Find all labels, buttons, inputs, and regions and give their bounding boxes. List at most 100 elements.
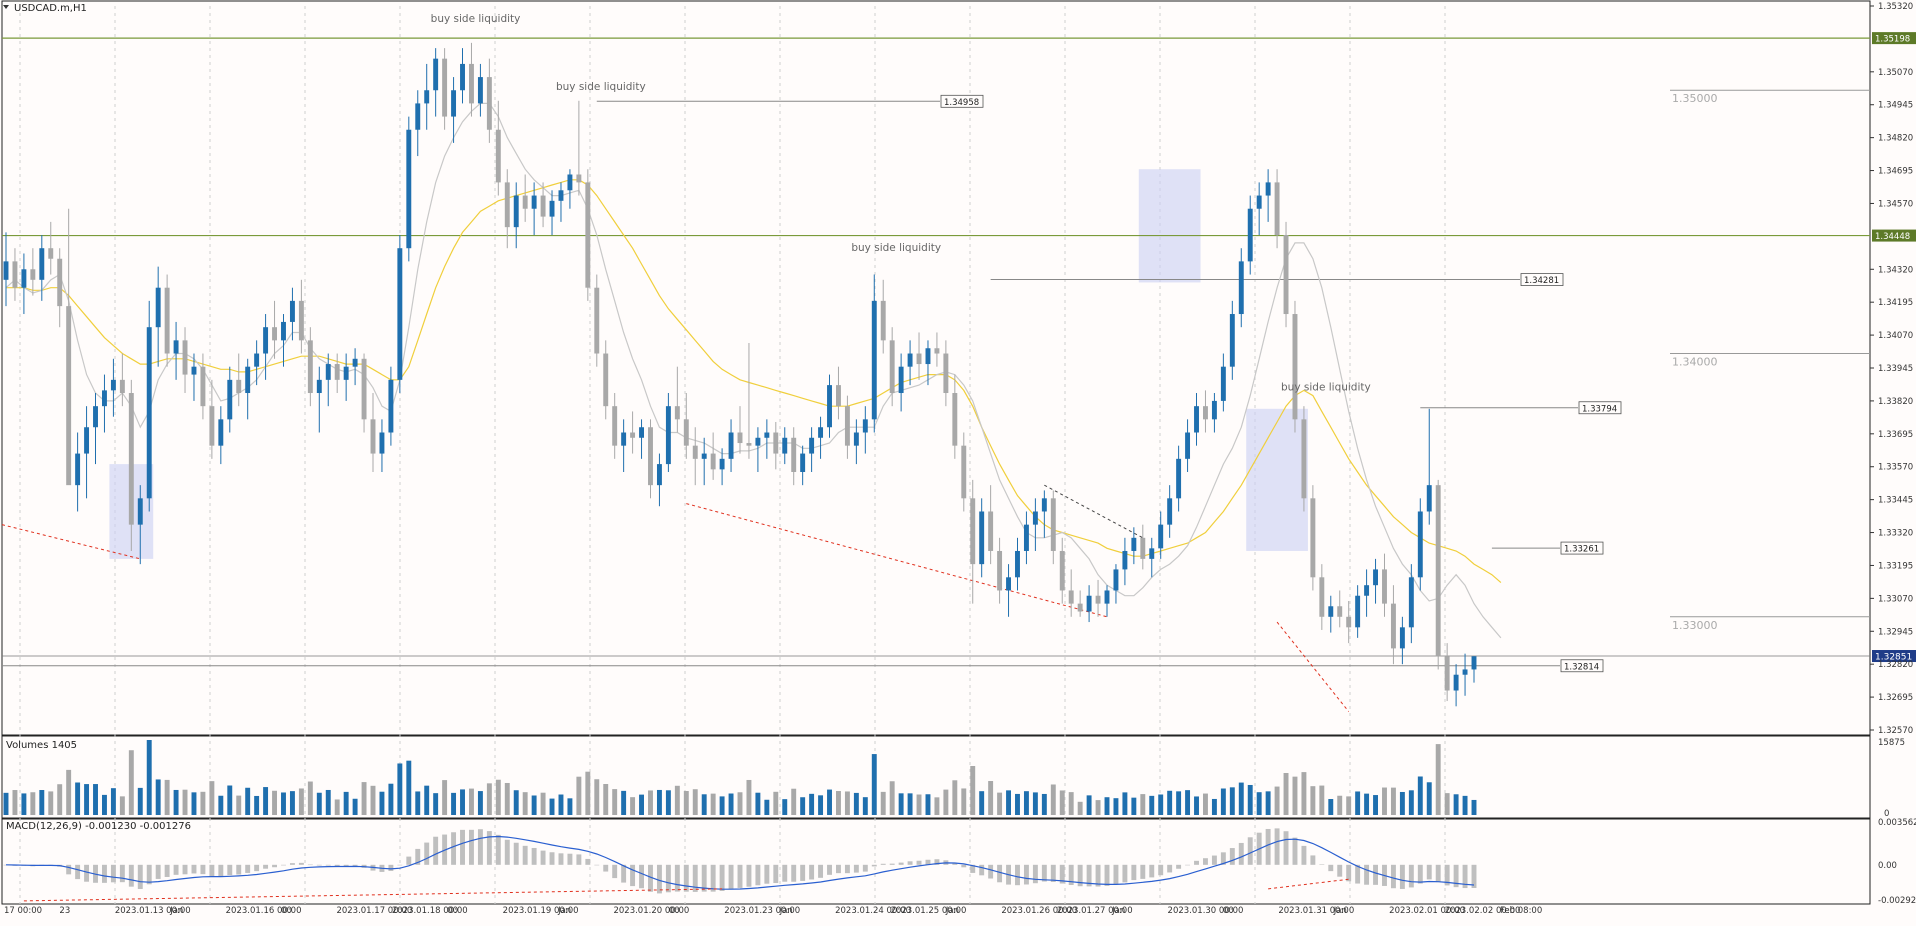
candle-body [146, 327, 152, 499]
candle-body [791, 437, 797, 472]
candle-body [1176, 458, 1182, 499]
candle-body [30, 269, 36, 280]
volume-bar [1149, 795, 1155, 815]
time-label: Jan [169, 906, 183, 916]
volume-bar [307, 781, 313, 815]
candle-body [406, 129, 412, 249]
candle-body [1238, 261, 1244, 315]
candle-body [128, 393, 134, 525]
macd-histogram-bar [1408, 864, 1414, 888]
candle-body [1364, 585, 1370, 596]
candle-body [1453, 674, 1459, 691]
candle-body [110, 379, 116, 391]
volume-bar [281, 792, 286, 815]
candle-body [683, 419, 689, 446]
macd-histogram-bar [880, 863, 886, 865]
candle-body [477, 77, 483, 104]
liquidity-zone [1138, 169, 1201, 283]
volume-bar [12, 790, 18, 815]
volume-bar [477, 791, 483, 815]
volume-bar [1140, 794, 1146, 815]
volume-bar [1229, 787, 1235, 815]
price-tick-label: 1.34320 [1878, 265, 1913, 275]
level-label: 1.33794 [1582, 404, 1617, 414]
volume-bar [1256, 792, 1262, 815]
price-tick-label: 1.32695 [1878, 693, 1913, 703]
volumes-label: Volumes 1405 [6, 740, 77, 751]
candle-body [209, 406, 215, 446]
candle-body [370, 419, 376, 454]
macd-label: MACD(12,26,9) -0.001230 -0.001276 [6, 821, 191, 832]
volume-bar [1068, 792, 1074, 815]
macd-histogram-bar [1149, 864, 1155, 878]
macd-histogram-bar [1050, 864, 1056, 882]
macd-histogram-bar [102, 864, 107, 883]
candle-body [1328, 606, 1334, 617]
volume-bar [576, 776, 582, 815]
macd-histogram-bar [612, 864, 618, 879]
candle-body [1158, 524, 1164, 549]
candle-body [889, 340, 895, 394]
macd-histogram-bar [665, 864, 671, 893]
candle-body [66, 306, 72, 486]
volume-bar [334, 799, 340, 815]
volume-bar [173, 789, 179, 815]
candle-body [460, 63, 465, 91]
volume-bar [460, 789, 465, 815]
candle-body [818, 427, 824, 438]
macd-histogram-bar [1194, 860, 1199, 865]
candle-body [621, 432, 627, 446]
volume-bar [827, 789, 832, 815]
round-level-label: 1.34000 [1672, 356, 1718, 369]
time-label: 00 [447, 906, 458, 916]
macd-histogram-bar [1364, 864, 1370, 885]
volume-bar [75, 782, 81, 815]
candle-body [639, 427, 644, 438]
macd-histogram-bar [477, 829, 483, 865]
macd-histogram-bar [504, 839, 510, 865]
volume-bar [836, 791, 841, 815]
candle-body [1382, 569, 1387, 604]
volume-bar [164, 779, 170, 815]
volume-bar [236, 795, 242, 815]
macd-histogram-bar [1140, 864, 1146, 879]
volume-bar [1426, 782, 1432, 815]
macd-histogram-bar [1301, 845, 1307, 865]
candle-body [979, 511, 985, 565]
volume-bar [1041, 793, 1047, 815]
candle-body [281, 321, 286, 341]
volume-bar [692, 789, 698, 815]
candle-body [576, 174, 582, 183]
volume-bar [1086, 795, 1092, 815]
macd-histogram-bar [433, 836, 439, 865]
macd-histogram-bar [1176, 864, 1182, 869]
price-chart[interactable]: 1.35198 1.34448 1.34958 1.34281 1.33794 1.33… [0, 0, 1916, 922]
candle-body [1140, 537, 1146, 559]
volume-bar [782, 799, 788, 815]
macd-histogram-bar [325, 864, 331, 866]
candle-body [853, 432, 859, 446]
volume-bar [898, 793, 904, 815]
volume-bar [683, 790, 689, 815]
volume-bar [809, 793, 815, 815]
volume-bar [1274, 786, 1280, 815]
candle-body [1113, 569, 1119, 591]
volume-bar [1176, 791, 1182, 815]
macd-histogram-bar [1015, 864, 1020, 886]
macd-histogram-bar [764, 864, 770, 884]
candle-body [12, 261, 18, 288]
candle-body [424, 90, 430, 104]
macd-histogram-bar [406, 856, 412, 865]
volume-bar [1382, 787, 1387, 815]
candle-body [1015, 550, 1020, 578]
candle-body [1220, 366, 1226, 401]
candle-body [415, 103, 421, 130]
volume-bar [791, 788, 797, 815]
candle-body [871, 300, 877, 420]
volume-bar [567, 798, 573, 815]
volume-bar [263, 787, 269, 815]
macd-axis-label: -0.002927 [1878, 896, 1916, 906]
volume-bar [1328, 799, 1334, 815]
candle-body [1417, 511, 1423, 578]
volume-bar [245, 787, 251, 815]
